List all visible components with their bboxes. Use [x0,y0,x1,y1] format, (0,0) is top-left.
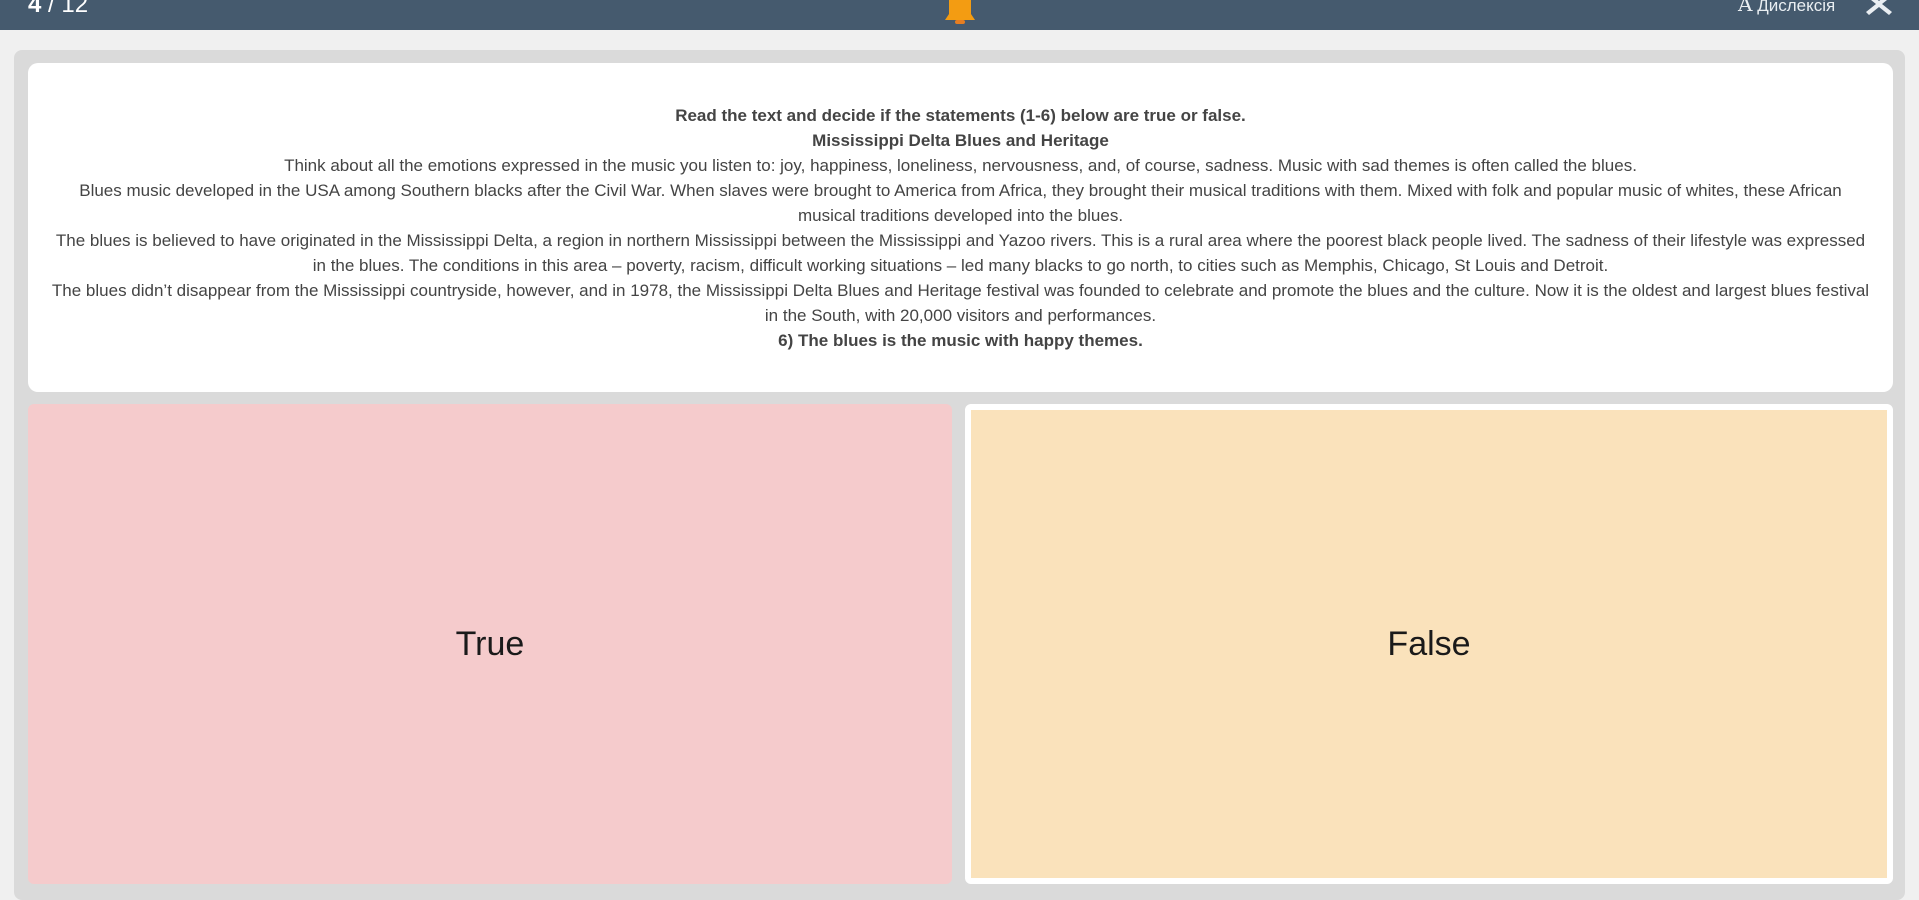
question-card: Read the text and decide if the statemen… [28,63,1893,392]
progress-current: 4 [28,0,42,18]
text-paragraph: Think about all the emotions expressed i… [284,156,1637,175]
dyslexia-font-icon: A [1738,0,1753,16]
progress-counter: 4 / 12 [28,0,88,18]
answer-true-label: True [455,624,525,663]
close-icon[interactable] [1866,0,1892,15]
question-instruction: Read the text and decide if the statemen… [675,106,1246,125]
progress-total: / 12 [41,0,89,18]
text-paragraph: Blues music developed in the USA among S… [79,181,1842,225]
dyslexia-label: Дислексія [1757,0,1836,15]
answer-false-label: False [1387,624,1471,663]
answer-false-button[interactable]: False [965,404,1893,884]
dyslexia-toggle-button[interactable]: A Дислексія [1738,0,1835,16]
top-bar: 4 / 12 A Дислексія [0,0,1919,30]
answer-true-button[interactable]: True [28,404,952,884]
bell-icon [945,0,975,24]
text-paragraph: The blues is believed to have originated… [55,231,1866,275]
text-title: Mississippi Delta Blues and Heritage [812,131,1109,150]
question-statement: 6) The blues is the music with happy the… [778,331,1143,350]
text-paragraph: The blues didn’t disappear from the Miss… [51,281,1870,325]
